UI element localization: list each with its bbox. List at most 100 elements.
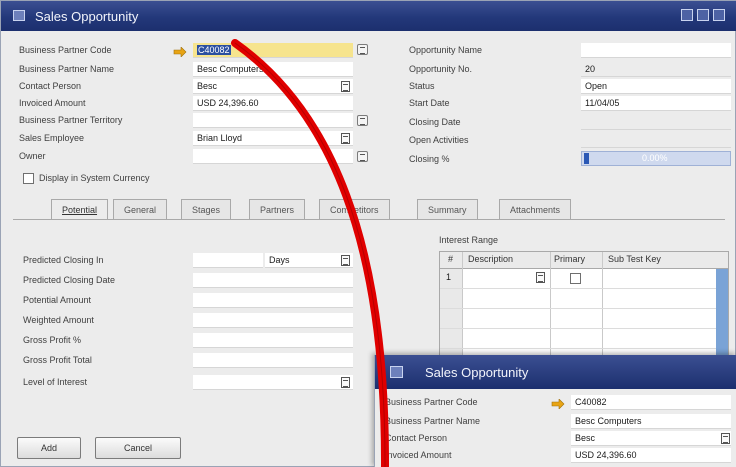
col-description[interactable]: Description	[468, 254, 513, 264]
unit-dropdown-icon[interactable]	[341, 255, 350, 266]
invoiced-amount-label: Invoiced Amount	[19, 98, 86, 108]
bp-code-field[interactable]: C40082	[193, 43, 353, 58]
tab-summary[interactable]: Summary	[417, 199, 478, 219]
col-number[interactable]: #	[448, 254, 453, 264]
overlay-invoiced-field: USD 24,396.60	[571, 448, 731, 463]
overlay-link-arrow-icon[interactable]	[551, 399, 565, 409]
sub-test-key-cell[interactable]	[606, 270, 706, 286]
link-arrow-icon[interactable]	[173, 47, 187, 57]
predicted-closing-date-field[interactable]	[193, 273, 353, 288]
sales-employee-field[interactable]: Brian Lloyd	[193, 131, 353, 146]
interest-range-grid: # Description Primary Sub Test Key 1	[439, 251, 729, 372]
overlay-contact-field[interactable]: Besc	[571, 431, 731, 446]
grid-divider	[440, 308, 728, 309]
predicted-closing-date-label: Predicted Closing Date	[23, 275, 116, 285]
sales-opportunity-window: Sales Opportunity Business Partner Code …	[0, 0, 736, 467]
closing-date-field	[581, 115, 731, 130]
contact-person-field[interactable]: Besc	[193, 79, 353, 94]
zoomed-window-overlay: Sales Opportunity Business Partner Code …	[374, 355, 736, 467]
gross-profit-percent-field[interactable]	[193, 333, 353, 348]
closing-percent-text: 0.00%	[642, 153, 668, 163]
level-of-interest-field[interactable]	[193, 375, 353, 390]
sales-employee-dropdown-icon[interactable]	[341, 133, 350, 144]
overlay-app-icon	[390, 366, 403, 378]
cancel-button[interactable]: Cancel	[95, 437, 181, 459]
gross-profit-percent-label: Gross Profit %	[23, 335, 82, 345]
open-activities-field	[581, 133, 731, 148]
tab-stages[interactable]: Stages	[181, 199, 232, 219]
overlay-bp-code-field[interactable]: C40082	[571, 395, 731, 410]
col-primary[interactable]: Primary	[554, 254, 585, 264]
choose-from-list-icon[interactable]	[357, 44, 368, 55]
overlay-contact-label: Contact Person	[385, 433, 448, 443]
overlay-dropdown-icon[interactable]	[721, 433, 730, 444]
tab-competitors[interactable]: Competitors	[319, 199, 390, 219]
interest-dropdown-icon[interactable]	[341, 377, 350, 388]
start-date-label: Start Date	[409, 98, 450, 108]
opportunity-name-label: Opportunity Name	[409, 45, 483, 55]
primary-checkbox[interactable]	[570, 273, 581, 284]
closing-percent-bar: 0.00%	[581, 151, 731, 166]
level-of-interest-label: Level of Interest	[23, 377, 88, 387]
grid-divider	[440, 348, 728, 349]
minimize-button[interactable]	[681, 9, 693, 21]
open-activities-label: Open Activities	[409, 135, 469, 145]
grid-divider	[550, 252, 551, 372]
owner-list-icon[interactable]	[357, 151, 368, 162]
opportunity-no-field: 20	[581, 62, 731, 77]
tab-attachments[interactable]: Attachments	[499, 199, 572, 219]
status-field[interactable]: Open	[581, 79, 731, 94]
bp-territory-label: Business Partner Territory	[19, 115, 123, 125]
window-title: Sales Opportunity	[35, 9, 139, 24]
owner-label: Owner	[19, 151, 46, 161]
system-currency-label: Display in System Currency	[39, 173, 150, 183]
add-button[interactable]: Add	[17, 437, 81, 459]
grid-header: # Description Primary Sub Test Key	[440, 252, 728, 269]
potential-amount-field[interactable]	[193, 293, 353, 308]
closing-unit-select[interactable]: Days	[265, 253, 353, 268]
grid-divider	[462, 252, 463, 372]
closing-percent-label: Closing %	[409, 154, 450, 164]
owner-field[interactable]	[193, 149, 353, 164]
overlay-invoiced-label: Invoiced Amount	[385, 450, 452, 460]
interest-range-title: Interest Range	[439, 235, 499, 245]
tab-potential[interactable]: Potential	[51, 199, 109, 219]
gross-profit-total-label: Gross Profit Total	[23, 355, 92, 365]
weighted-amount-field	[193, 313, 353, 328]
col-sub-test-key[interactable]: Sub Test Key	[608, 254, 661, 264]
overlay-bp-name-field[interactable]: Besc Computers	[571, 414, 731, 429]
maximize-button[interactable]	[697, 9, 709, 21]
grid-divider	[440, 328, 728, 329]
description-dropdown-icon[interactable]	[536, 272, 545, 283]
overlay-title: Sales Opportunity	[425, 365, 529, 380]
grid-divider	[440, 288, 728, 289]
dropdown-icon[interactable]	[341, 81, 350, 92]
sales-employee-label: Sales Employee	[19, 133, 85, 143]
closing-percent-fill	[584, 153, 589, 164]
status-label: Status	[409, 81, 435, 91]
overlay-title-bar: Sales Opportunity	[375, 355, 736, 389]
window-app-icon	[13, 10, 25, 21]
weighted-amount-label: Weighted Amount	[23, 315, 94, 325]
row-number: 1	[446, 272, 452, 282]
bp-name-field[interactable]: Besc Computers	[193, 62, 353, 77]
potential-amount-label: Potential Amount	[23, 295, 92, 305]
title-bar[interactable]: Sales Opportunity	[1, 1, 736, 31]
bp-name-label: Business Partner Name	[19, 64, 115, 74]
opportunity-no-label: Opportunity No.	[409, 64, 473, 74]
close-button[interactable]	[713, 9, 725, 21]
start-date-field[interactable]: 11/04/05	[581, 96, 731, 111]
invoiced-amount-field: USD 24,396.60	[193, 96, 353, 111]
predicted-closing-in-field[interactable]	[193, 253, 263, 268]
gross-profit-total-field[interactable]	[193, 353, 353, 368]
territory-list-icon[interactable]	[357, 115, 368, 126]
bp-territory-field[interactable]	[193, 113, 353, 128]
grid-divider	[602, 252, 603, 372]
bp-code-label: Business Partner Code	[19, 45, 112, 55]
contact-person-label: Contact Person	[19, 81, 82, 91]
system-currency-checkbox[interactable]	[23, 173, 34, 184]
tab-general[interactable]: General	[113, 199, 168, 219]
overlay-bp-code-label: Business Partner Code	[385, 397, 478, 407]
opportunity-name-field[interactable]	[581, 43, 731, 58]
tab-partners[interactable]: Partners	[249, 199, 306, 219]
